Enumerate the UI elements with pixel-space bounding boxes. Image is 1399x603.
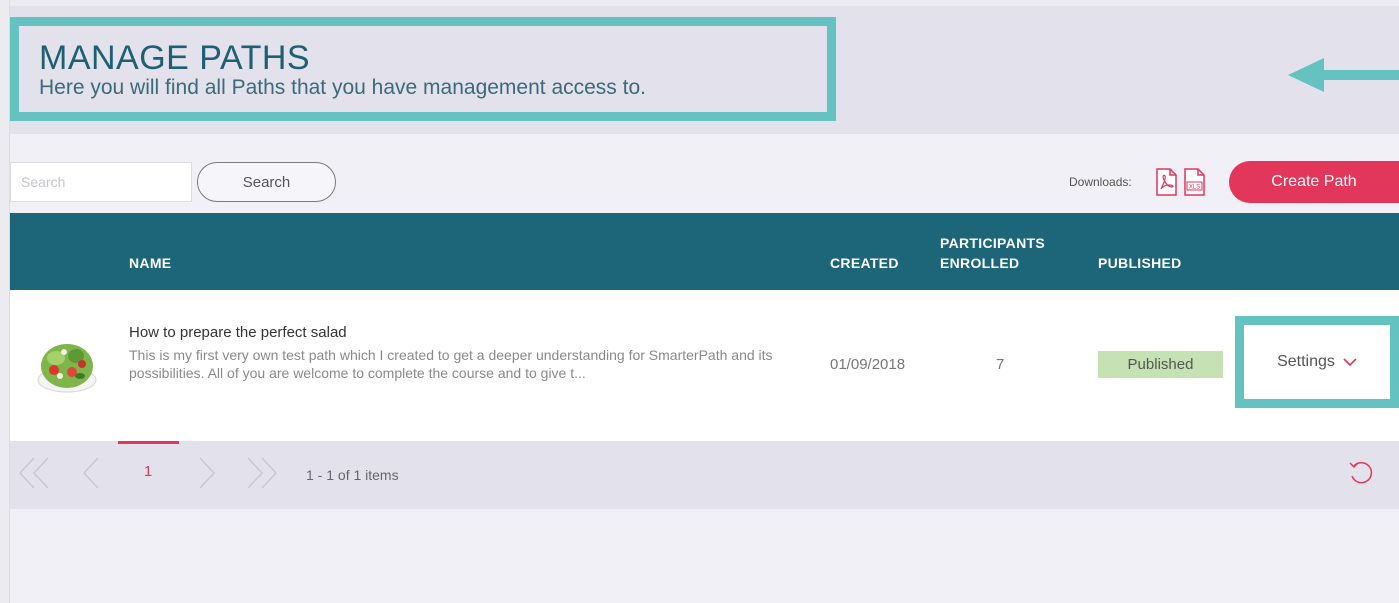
page-subtitle: Here you will find all Paths that you ha… <box>39 76 646 99</box>
settings-highlight-box: Settings <box>1235 316 1399 408</box>
path-description: This is my first very own test path whic… <box>129 347 773 381</box>
first-page-icon[interactable] <box>18 456 50 490</box>
status-badge: Published <box>1098 351 1223 378</box>
svg-text:XLS: XLS <box>1189 185 1200 191</box>
created-date: 01/09/2018 <box>830 356 906 373</box>
prev-page-icon[interactable] <box>80 456 102 490</box>
arrow-left-icon <box>1288 58 1399 92</box>
xls-download-icon[interactable]: XLS <box>1183 168 1205 196</box>
page-title: MANAGE PATHS <box>39 39 311 77</box>
next-page-icon[interactable] <box>196 456 218 490</box>
path-title[interactable]: How to prepare the perfect salad <box>129 324 347 341</box>
column-header-created[interactable]: CREATED <box>830 255 899 271</box>
title-highlight-box: MANAGE PATHS Here you will find all Path… <box>10 17 836 121</box>
refresh-icon[interactable] <box>1346 457 1376 487</box>
table-header: NAME CREATED PARTICIPANTS ENROLLED PUBLI… <box>10 213 1399 290</box>
pager-info: 1 - 1 of 1 items <box>306 467 399 483</box>
page-number[interactable]: 1 <box>138 463 158 480</box>
last-page-icon[interactable] <box>246 456 278 490</box>
active-page-indicator <box>118 441 179 444</box>
table-row[interactable]: How to prepare the perfect salad This is… <box>10 290 1399 441</box>
column-header-published[interactable]: PUBLISHED <box>1098 255 1182 271</box>
downloads-label: Downloads: <box>1069 175 1132 189</box>
content-empty-area <box>10 509 1399 603</box>
salad-thumbnail <box>37 344 97 393</box>
column-header-participants[interactable]: PARTICIPANTS ENROLLED <box>940 233 1070 273</box>
pager: 1 1 - 1 of 1 items <box>10 441 1399 509</box>
search-input[interactable] <box>10 162 192 202</box>
search-button[interactable]: Search <box>197 162 336 202</box>
settings-dropdown[interactable]: Settings <box>1244 325 1390 399</box>
pdf-download-icon[interactable] <box>1155 168 1177 196</box>
chevron-down-icon <box>1343 358 1357 367</box>
window-frame-left <box>0 0 10 603</box>
participants-count: 7 <box>996 356 1005 373</box>
settings-label: Settings <box>1277 353 1335 370</box>
create-path-button[interactable]: Create Path <box>1229 161 1399 203</box>
column-header-name[interactable]: NAME <box>129 255 171 271</box>
